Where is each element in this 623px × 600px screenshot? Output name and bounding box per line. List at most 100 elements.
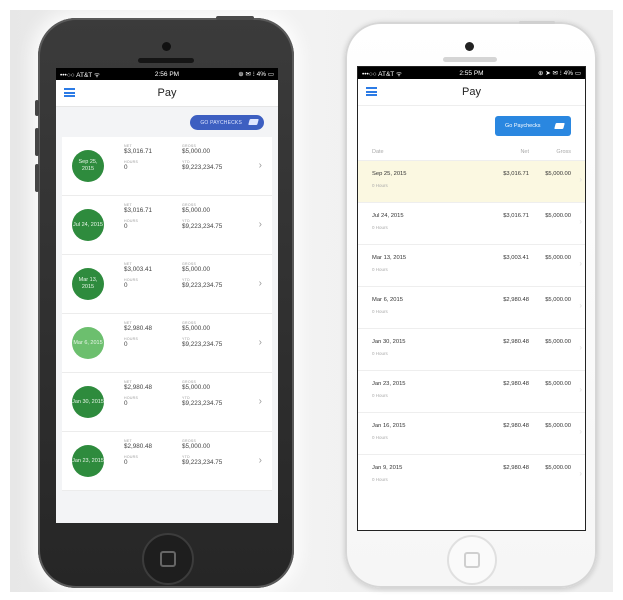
net-amount: $3,003.41 [503,255,529,261]
net-column-header: Net [520,149,529,155]
status-time: 2:55 PM [459,69,484,77]
gross-column-header: Gross [556,149,571,155]
net-amount: $2,980.48 [503,465,529,471]
ytd-amount: $9,223,234.75 [182,341,223,348]
gross-amount: $5,000.00 [545,255,571,261]
gross-amount: $5,000.00 [182,148,211,155]
chevron-right-icon: › [579,259,582,268]
home-button[interactable] [447,535,497,585]
pay-date: Mar 13, 2015 [372,255,407,261]
hours-value: 0 [124,223,128,230]
table-row[interactable]: Jan 30, 2015 0 Hours $2,980.48 $5,000.00 › [358,328,585,370]
net-hours-column: NET $3,016.71 HOURS 0 [124,203,179,235]
hours-value: 0 [124,459,128,466]
hours-value: 0 Hours [372,477,388,482]
pay-date: Mar 13, 2015 [78,277,98,290]
hours-value: 0 Hours [372,183,388,188]
mute-switch [35,100,39,116]
gross-amount: $5,000.00 [182,207,211,214]
hamburger-menu-icon[interactable] [64,88,75,97]
pay-date: Jan 30, 2015 [372,339,406,345]
chevron-right-icon: › [579,217,582,226]
table-row[interactable]: Jan 9, 2015 0 Hours $2,980.48 $5,000.00 › [358,454,585,496]
gross-ytd-column: GROSS $5,000.00 YTD $9,223,234.75 [182,439,242,471]
chevron-right-icon: › [579,385,582,394]
gross-amount: $5,000.00 [182,266,211,273]
chevron-right-icon: › [258,219,262,230]
net-amount: $3,016.71 [503,213,529,219]
earpiece-speaker [138,58,194,63]
hours-value: 0 Hours [372,225,388,230]
net-amount: $2,980.48 [503,423,529,429]
paycheck-card[interactable]: Jan 23, 2015 NET $2,980.48 HOURS 0 GROSS $5,00… [62,432,272,491]
chevron-right-icon: › [258,160,262,171]
net-amount: $2,980.48 [503,339,529,345]
paycheck-icon [554,123,565,129]
pay-date-badge: Jan 30, 2015 [72,386,104,418]
gross-amount: $5,000.00 [545,213,571,219]
gross-amount: $5,000.00 [545,339,571,345]
paycheck-card[interactable]: Mar 6, 2015 NET $2,980.48 HOURS 0 GROSS $5,000… [62,314,272,373]
hours-value: 0 [124,400,128,407]
table-row[interactable]: Sep 25, 2015 0 Hours $3,016.71 $5,000.00 › [358,160,585,202]
gross-ytd-column: GROSS $5,000.00 YTD $9,223,234.75 [182,144,242,176]
pay-date: Jan 23, 2015 [72,457,104,464]
paychecks-row: GO PAYCHECKS [56,107,278,137]
table-row[interactable]: Mar 6, 2015 0 Hours $2,980.48 $5,000.00 › [358,286,585,328]
net-amount: $2,980.48 [124,384,153,391]
chevron-right-icon: › [579,427,582,436]
chevron-right-icon: › [579,175,582,184]
date-column-header: Date [372,149,384,155]
pay-date-badge: Jan 23, 2015 [72,445,104,477]
paycheck-card[interactable]: Mar 13, 2015 NET $3,003.41 HOURS 0 GROSS $5,00… [62,255,272,314]
white-phone-frame: •••○○ AT&T ᯤ 2:55 PM ⊕ ➤ ✉ ⁝ 4% ▭ Pay Go… [345,21,597,588]
paycheck-card[interactable]: Jan 30, 2015 NET $2,980.48 HOURS 0 GROSS $5,00… [62,373,272,432]
paycheck-card[interactable]: Jul 24, 2015 NET $3,016.71 HOURS 0 GROSS $5,00… [62,196,272,255]
paycheck-card-list: Sep 25, 2015 NET $3,016.71 HOURS 0 GROSS $5,00… [62,137,272,491]
status-bar: •••○○ AT&T ᯤ 2:55 PM ⊕ ➤ ✉ ⁝ 4% ▭ [358,67,585,79]
hours-value: 0 Hours [372,267,388,272]
net-hours-column: NET $2,980.48 HOURS 0 [124,380,179,412]
chevron-right-icon: › [579,301,582,310]
hamburger-menu-icon[interactable] [366,87,377,96]
volume-down-button [35,164,39,192]
pay-date: Sep 25, 2015 [372,171,407,177]
front-camera [465,42,474,51]
gross-ytd-column: GROSS $5,000.00 YTD $9,223,234.75 [182,321,242,353]
table-row[interactable]: Mar 13, 2015 0 Hours $3,003.41 $5,000.00 › [358,244,585,286]
go-paychecks-button[interactable]: Go Paychecks [495,116,571,136]
gross-amount: $5,000.00 [545,297,571,303]
hours-value: 0 Hours [372,393,388,398]
chevron-right-icon: › [258,396,262,407]
home-square-icon [160,551,176,567]
go-paychecks-button[interactable]: GO PAYCHECKS [190,115,264,130]
pay-date-badge: Jul 24, 2015 [72,209,104,241]
pay-date-badge: Mar 6, 2015 [72,327,104,359]
table-row[interactable]: Jan 16, 2015 0 Hours $2,980.48 $5,000.00 › [358,412,585,454]
paycheck-card[interactable]: Sep 25, 2015 NET $3,016.71 HOURS 0 GROSS $5,00… [62,137,272,196]
pay-date: Jan 16, 2015 [372,423,406,429]
earpiece-speaker [443,57,497,62]
net-amount: $2,980.48 [503,297,529,303]
gross-amount: $5,000.00 [545,381,571,387]
net-amount: $2,980.48 [124,325,153,332]
net-amount: $3,016.71 [124,148,153,155]
pay-date: Mar 6, 2015 [372,297,403,303]
paycheck-icon [248,119,259,125]
pay-date: Sep 25, 2015 [78,159,98,172]
net-amount: $2,980.48 [503,381,529,387]
pay-date: Jul 24, 2015 [73,221,103,228]
table-row[interactable]: Jul 24, 2015 0 Hours $3,016.71 $5,000.00 › [358,202,585,244]
net-hours-column: NET $2,980.48 HOURS 0 [124,321,179,353]
gross-amount: $5,000.00 [545,171,571,177]
chevron-right-icon: › [258,278,262,289]
table-row[interactable]: Jan 23, 2015 0 Hours $2,980.48 $5,000.00 › [358,370,585,412]
gross-amount: $5,000.00 [182,325,211,332]
nav-bar: Pay [358,79,585,106]
hours-value: 0 Hours [372,435,388,440]
net-amount: $2,980.48 [124,443,153,450]
paychecks-row: Go Paychecks [358,106,585,144]
gross-amount: $5,000.00 [545,423,571,429]
home-button[interactable] [142,533,194,585]
power-button [216,16,254,20]
